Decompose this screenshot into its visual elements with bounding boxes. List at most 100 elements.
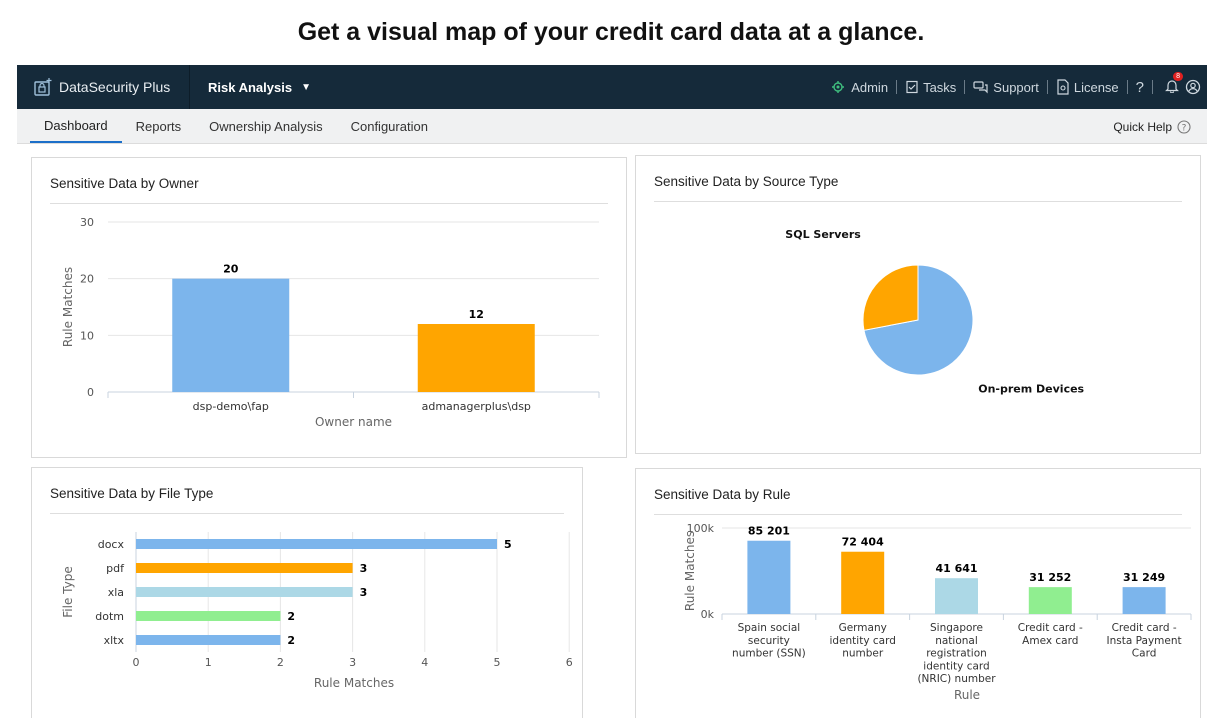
- source-pie-chart: On-prem Devices SQL Servers: [785, 228, 1084, 396]
- owner-bar-chart: 0 10 20 30 20 dsp-demo\fap 12 admanagerplus\dsp…: [61, 216, 600, 429]
- panel-sensitive-data-by-source-type: Sensitive Data by Source Type On-prem De…: [635, 155, 1201, 454]
- data-label: 31 249: [1123, 571, 1165, 584]
- panel-sensitive-data-by-file-type: Sensitive Data by File Type 0 1 2 3 4 5 6 5 docx…: [31, 467, 583, 718]
- filetype-bar-chart: 0 1 2 3 4 5 6 5 docx 3 pdf 3 xla 2 dotm 2 xltx Rule Match…: [61, 532, 573, 690]
- sub-navigation: Dashboard Reports Ownership Analysis Con…: [17, 109, 1207, 144]
- tab-reports[interactable]: Reports: [122, 109, 196, 143]
- quick-help-link[interactable]: Quick Help ?: [1113, 109, 1191, 144]
- support-link[interactable]: Support: [973, 80, 1039, 95]
- x-tick-label: dsp-demo\fap: [193, 400, 269, 413]
- x-tick-label: Credit card -Amex card: [1018, 622, 1083, 647]
- data-label: 2: [287, 634, 295, 647]
- x-tick-label-line: number (SSN): [732, 648, 806, 660]
- bar: [172, 278, 290, 392]
- pie-label: On-prem Devices: [978, 383, 1084, 396]
- y-tick-label: dotm: [95, 610, 124, 623]
- help-circle-icon: ?: [1177, 119, 1191, 134]
- x-tick-label-line: Amex card: [1022, 635, 1078, 647]
- svg-text:?: ?: [1182, 123, 1187, 133]
- license-label: License: [1073, 79, 1119, 95]
- admin-link[interactable]: Admin: [831, 79, 888, 95]
- x-tick-label: 2: [277, 656, 284, 669]
- panel-sensitive-data-by-owner: Sensitive Data by Owner 0 10 20 30 20 dsp-dem…: [31, 157, 627, 458]
- bar: [136, 635, 281, 645]
- license-document-icon: [1057, 79, 1069, 95]
- tasks-label: Tasks: [923, 79, 957, 95]
- link-divider: [1046, 80, 1048, 94]
- module-selector[interactable]: Risk Analysis ▼: [190, 80, 311, 95]
- link-divider: [964, 80, 966, 94]
- x-tick-label-line: Credit card -: [1018, 622, 1083, 634]
- data-label: 31 252: [1029, 571, 1071, 584]
- x-tick-label-line: Singapore: [930, 622, 983, 634]
- data-label: 20: [223, 263, 239, 276]
- x-tick-label: Credit card -Insta Payment Card: [1107, 622, 1182, 660]
- brand[interactable]: DataSecurity Plus: [17, 65, 189, 109]
- tab-configuration[interactable]: Configuration: [337, 109, 442, 143]
- x-tick-label: Spain social security number (SSN): [732, 622, 806, 660]
- data-label: 2: [287, 610, 295, 623]
- x-tick-label-line: Credit card -: [1112, 622, 1177, 634]
- bar: [136, 587, 353, 597]
- admin-gear-icon: [832, 81, 845, 93]
- x-axis-title: Owner name: [315, 415, 392, 429]
- datasecurity-logo-icon: [34, 78, 52, 96]
- x-tick-label-line: Card: [1132, 648, 1157, 660]
- bar: [417, 324, 535, 392]
- x-tick-label-line: security: [748, 635, 790, 647]
- data-label: 72 404: [842, 536, 884, 549]
- y-tick-label: xla: [108, 586, 124, 599]
- license-link[interactable]: License: [1056, 79, 1119, 95]
- x-tick-label: 6: [566, 656, 573, 669]
- user-avatar-icon[interactable]: [1185, 79, 1201, 95]
- y-tick-label: 10: [80, 329, 94, 342]
- brand-name: DataSecurity Plus: [59, 79, 171, 95]
- bar: [841, 551, 885, 614]
- bar: [136, 539, 497, 549]
- y-axis-title: Rule Matches: [683, 531, 697, 611]
- x-tick-label-line: identity card: [829, 635, 895, 647]
- app-window: DataSecurity Plus Risk Analysis ▼ Admin: [17, 65, 1207, 718]
- x-tick-label-line: number: [842, 648, 884, 660]
- link-divider: [1126, 80, 1128, 94]
- x-tick-label: 1: [205, 656, 212, 669]
- panel-sensitive-data-by-rule: Sensitive Data by Rule 0k 100k 85 201 Spain…: [635, 468, 1201, 718]
- x-tick-label-line: national: [935, 635, 978, 647]
- y-tick-label: 30: [80, 216, 94, 229]
- y-tick-label: docx: [98, 538, 125, 551]
- data-label: 3: [360, 586, 368, 599]
- bar: [1028, 587, 1072, 614]
- data-label: 3: [360, 562, 368, 575]
- link-divider: [1152, 80, 1153, 94]
- y-tick-label: 20: [80, 273, 94, 286]
- x-tick-label: 5: [494, 656, 501, 669]
- link-divider: [896, 80, 898, 94]
- tab-ownership-analysis[interactable]: Ownership Analysis: [195, 109, 336, 143]
- tab-dashboard[interactable]: Dashboard: [30, 109, 122, 143]
- help-link[interactable]: ?: [1136, 79, 1144, 96]
- tasks-link[interactable]: Tasks: [905, 80, 956, 95]
- x-tick-label: Germany identity card number: [829, 622, 895, 660]
- admin-label: Admin: [851, 79, 889, 95]
- bar: [1122, 587, 1166, 614]
- x-tick-label: 3: [349, 656, 356, 669]
- y-tick-label: xltx: [104, 634, 125, 647]
- top-bar: DataSecurity Plus Risk Analysis ▼ Admin: [17, 65, 1207, 109]
- y-axis-title: File Type: [61, 566, 75, 617]
- x-tick-label-line: Insta Payment: [1107, 635, 1182, 647]
- x-tick-label: Singapore national registration identity ca…: [917, 622, 996, 685]
- support-label: Support: [993, 79, 1039, 95]
- pie-slice: [862, 264, 919, 331]
- bar: [747, 540, 791, 614]
- notification-badge: 8: [1173, 72, 1183, 81]
- bar: [935, 578, 978, 614]
- x-axis-title: Rule Matches: [314, 676, 394, 690]
- data-label: 5: [504, 538, 512, 551]
- data-label: 12: [469, 308, 484, 321]
- x-tick-label-line: registration: [926, 648, 987, 660]
- top-links: Admin Tasks Support License ? 8: [831, 65, 1201, 109]
- bar: [136, 563, 353, 573]
- x-axis-title: Rule: [954, 688, 980, 702]
- support-chat-icon: [973, 81, 988, 94]
- notifications-button[interactable]: 8: [1165, 72, 1183, 96]
